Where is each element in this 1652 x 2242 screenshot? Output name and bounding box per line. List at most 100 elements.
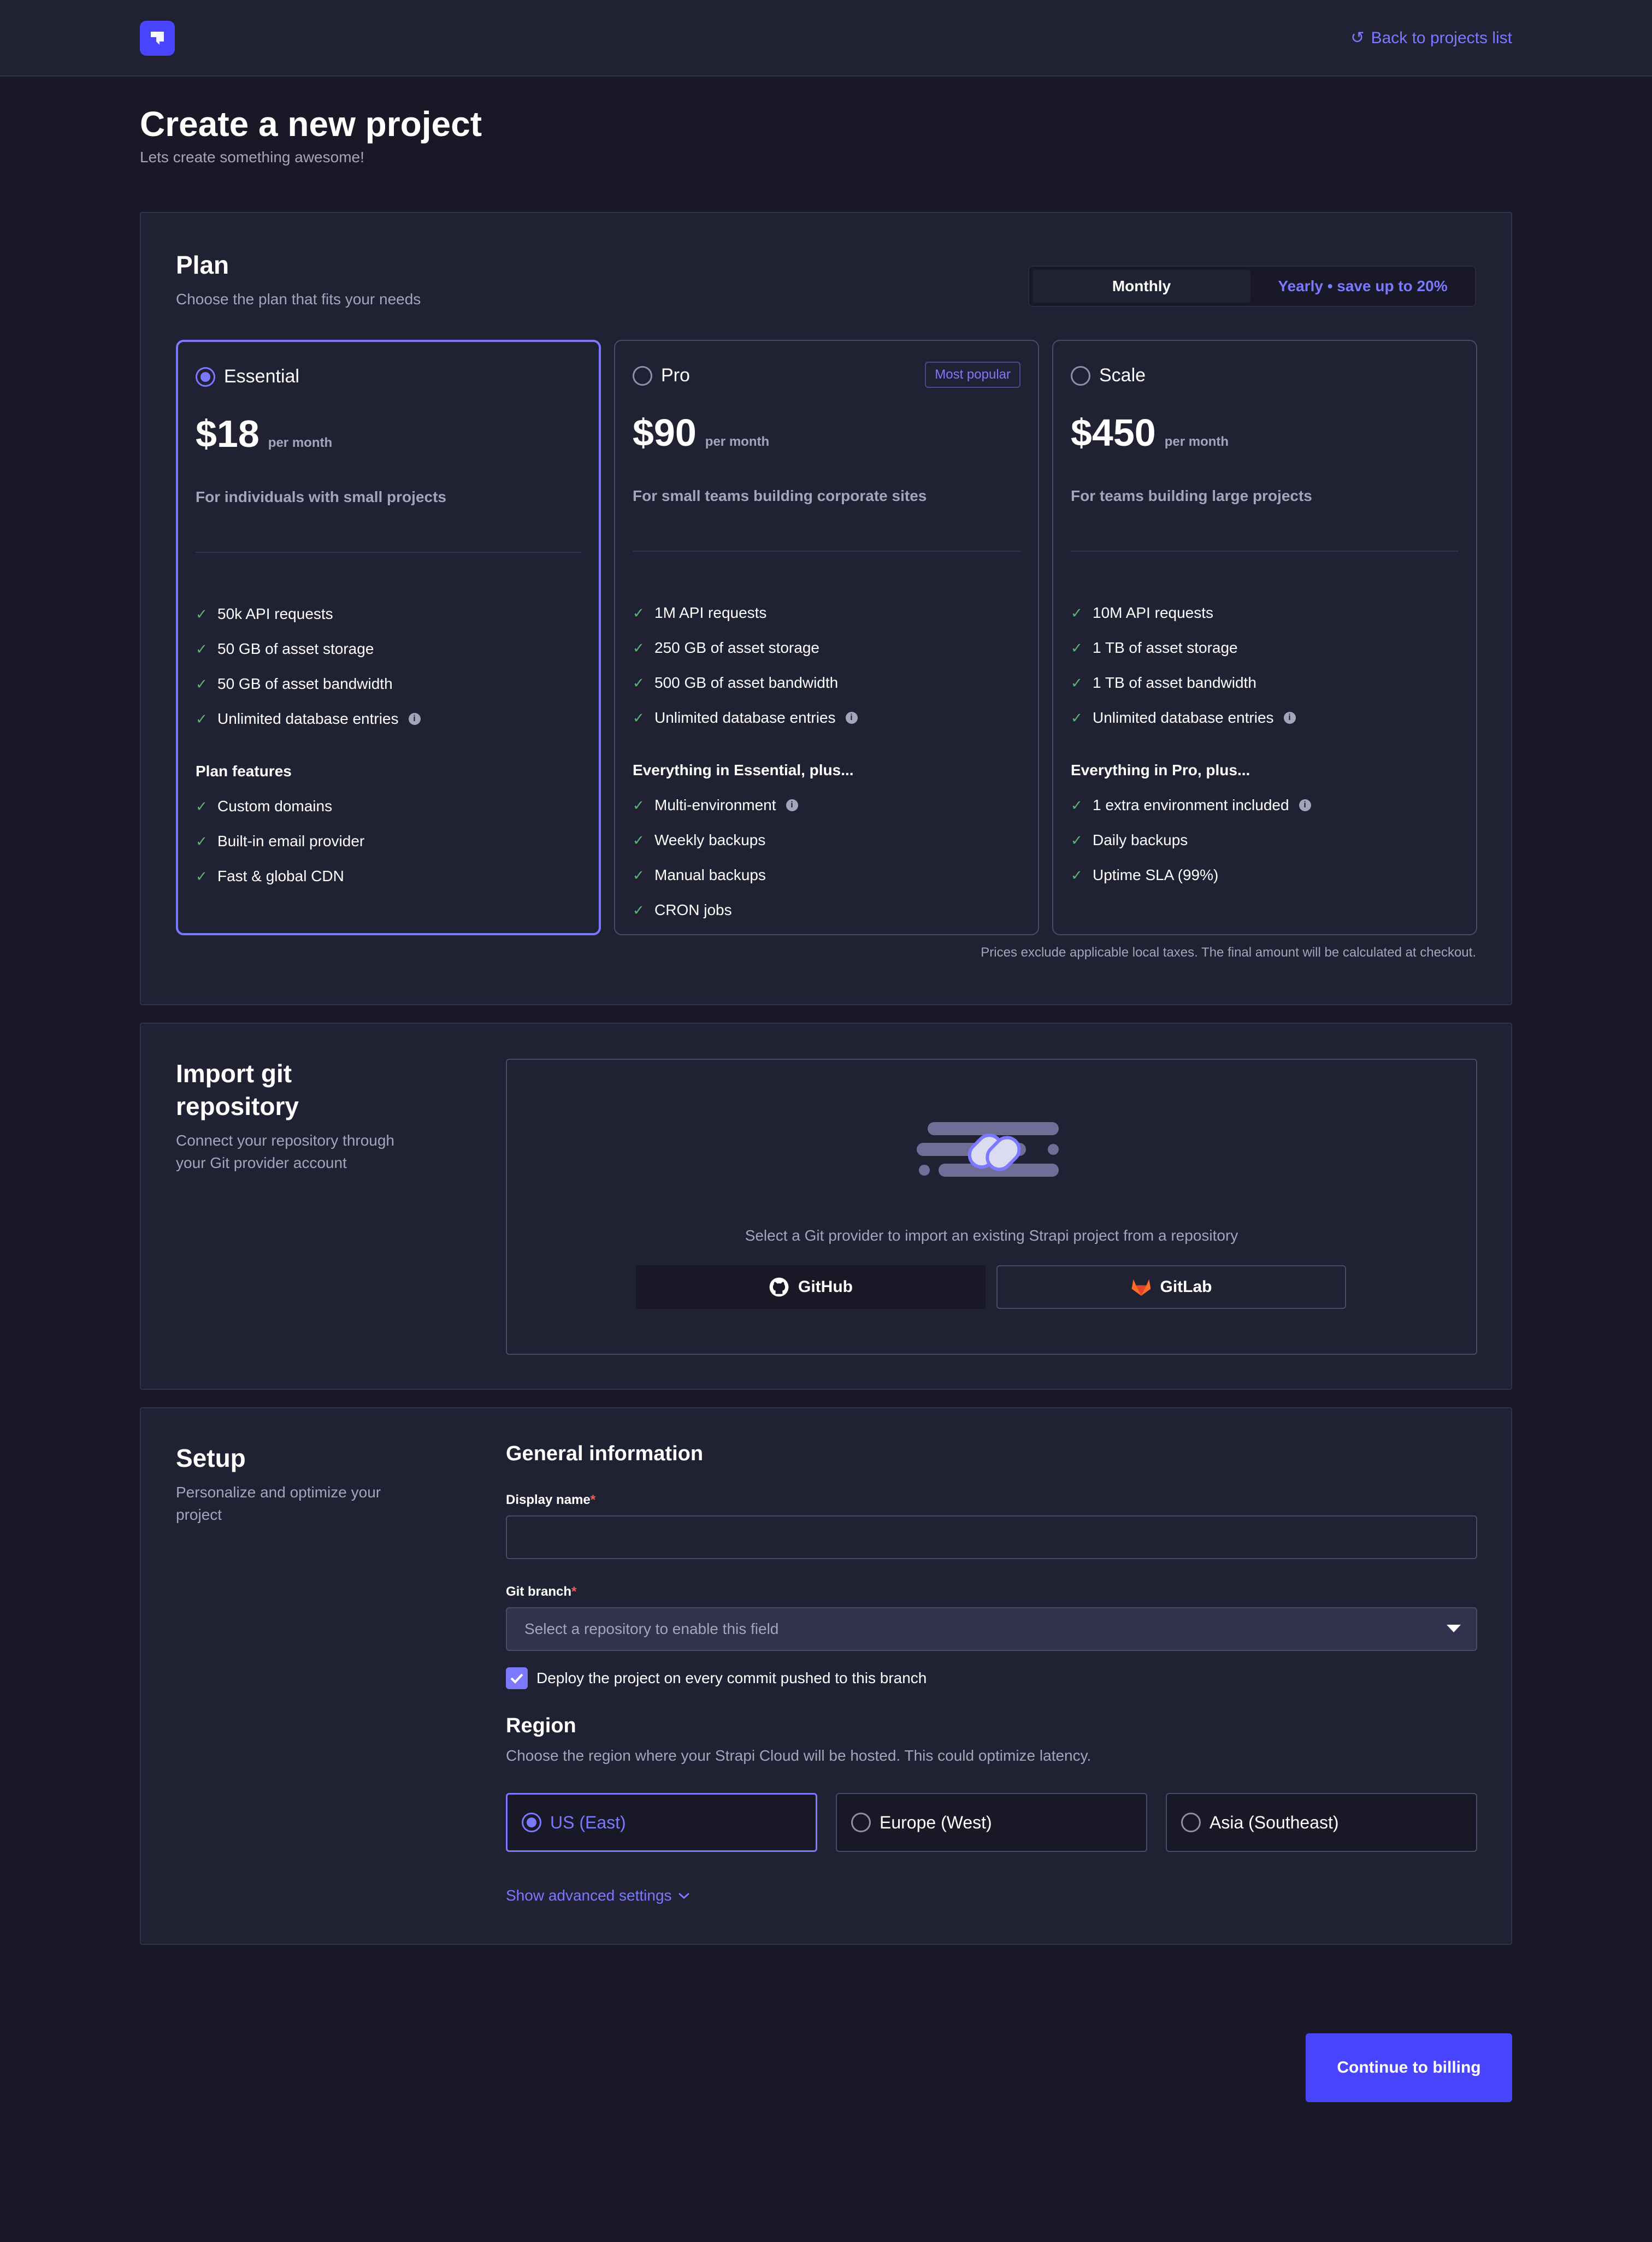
region-radio bbox=[1181, 1813, 1201, 1832]
info-icon[interactable]: i bbox=[845, 712, 858, 724]
gitlab-label: GitLab bbox=[1160, 1278, 1212, 1296]
setup-subtitle: Personalize and optimize your project bbox=[176, 1484, 381, 1523]
strapi-logo-icon[interactable] bbox=[140, 21, 175, 56]
plan-description: For small teams building corporate sites bbox=[633, 487, 927, 504]
check-icon: ✓ bbox=[1071, 866, 1083, 883]
list-item: ✓ 1 TB of asset bandwidth bbox=[1071, 674, 1256, 691]
list-item: ✓ CRON jobs bbox=[633, 901, 732, 918]
region-option-us-east[interactable]: US (East) bbox=[506, 1793, 817, 1852]
check-icon: ✓ bbox=[196, 868, 208, 884]
card-divider bbox=[1071, 551, 1459, 552]
deploy-checkbox[interactable] bbox=[506, 1667, 528, 1689]
price-row: $90 per month bbox=[633, 411, 769, 455]
plan-subtitle: Choose the plan that fits your needs bbox=[176, 291, 421, 308]
check-icon: ✓ bbox=[633, 604, 645, 621]
plan-limits-list: ✓ 50k API requests ✓ 50 GB of asset storag… bbox=[196, 597, 421, 736]
plan-price: $18 bbox=[196, 412, 259, 455]
git-branch-label: Git branch* bbox=[506, 1584, 577, 1599]
deploy-on-commit-row: Deploy the project on every commit pushe… bbox=[506, 1667, 927, 1689]
info-icon[interactable]: i bbox=[1299, 799, 1311, 811]
check-icon: ✓ bbox=[633, 709, 645, 726]
setup-title: Setup bbox=[176, 1444, 246, 1472]
github-icon bbox=[769, 1277, 789, 1297]
tax-note: Prices exclude applicable local taxes. T… bbox=[981, 945, 1476, 960]
plan-features-list: Plan features ✓ Custom domains ✓ Built-in … bbox=[196, 754, 364, 894]
list-item: ✓ 50k API requests bbox=[196, 605, 333, 622]
plan-price: $450 bbox=[1071, 411, 1156, 454]
list-item: ✓ 50 GB of asset storage bbox=[196, 640, 374, 657]
plan-card-scale[interactable]: Scale $450 per month For teams building … bbox=[1052, 340, 1477, 935]
info-icon[interactable]: i bbox=[786, 799, 798, 811]
github-button[interactable]: GitHub bbox=[636, 1265, 986, 1309]
plan-name: Pro bbox=[661, 365, 690, 386]
git-subtitle: Connect your repository through your Git… bbox=[176, 1132, 394, 1171]
plan-features-list: Everything in Essential, plus... ✓ Multi-… bbox=[633, 753, 854, 928]
info-icon[interactable]: i bbox=[1283, 712, 1296, 724]
plan-name: Scale bbox=[1099, 365, 1146, 386]
info-icon[interactable]: i bbox=[408, 713, 421, 725]
plan-features-list: Everything in Pro, plus... ✓ 1 extra envi… bbox=[1071, 753, 1311, 893]
display-name-input[interactable] bbox=[506, 1515, 1477, 1559]
check-icon: ✓ bbox=[1071, 604, 1083, 621]
plan-radio[interactable] bbox=[633, 365, 652, 386]
check-icon: ✓ bbox=[196, 605, 208, 622]
list-item: ✓ Fast & global CDN bbox=[196, 868, 344, 884]
check-icon: ✓ bbox=[196, 675, 208, 692]
features-heading: Plan features bbox=[196, 763, 292, 780]
card-divider bbox=[633, 551, 1020, 552]
back-arrow-icon: ↺ bbox=[1350, 29, 1365, 47]
continue-to-billing-button[interactable]: Continue to billing bbox=[1306, 2033, 1512, 2102]
list-item: ✓ 500 GB of asset bandwidth bbox=[633, 674, 839, 691]
check-icon: ✓ bbox=[633, 674, 645, 691]
plan-period: per month bbox=[705, 434, 770, 449]
plan-radio[interactable] bbox=[196, 367, 215, 387]
display-name-label: Display name* bbox=[506, 1492, 596, 1507]
chevron-down-icon bbox=[678, 1892, 689, 1899]
list-item: ✓ Manual backups bbox=[633, 866, 766, 883]
gitlab-button[interactable]: GitLab bbox=[996, 1265, 1346, 1309]
check-icon: ✓ bbox=[196, 710, 208, 727]
check-icon: ✓ bbox=[1071, 674, 1083, 691]
list-item: ✓ 10M API requests bbox=[1071, 604, 1214, 621]
features-heading: Everything in Essential, plus... bbox=[633, 762, 854, 778]
plan-card-essential[interactable]: Essential $18 per month For individuals … bbox=[176, 340, 601, 935]
show-advanced-settings-link[interactable]: Show advanced settings bbox=[506, 1887, 691, 1904]
back-link-label: Back to projects list bbox=[1371, 28, 1512, 47]
github-label: GitHub bbox=[798, 1278, 853, 1296]
plan-card-header: Essential bbox=[196, 366, 299, 387]
list-item: ✓ 1M API requests bbox=[633, 604, 767, 621]
region-radio bbox=[851, 1813, 871, 1832]
caret-down-icon bbox=[1447, 1625, 1461, 1632]
list-item: ✓ Custom domains bbox=[196, 798, 333, 815]
git-branch-placeholder: Select a repository to enable this field bbox=[524, 1620, 779, 1637]
region-option-asia-southeast[interactable]: Asia (Southeast) bbox=[1166, 1793, 1477, 1852]
check-icon: ✓ bbox=[196, 798, 208, 815]
git-provider-box: Select a Git provider to import an exist… bbox=[506, 1059, 1477, 1355]
gitlab-icon bbox=[1131, 1279, 1150, 1296]
toggle-monthly[interactable]: Monthly bbox=[1032, 270, 1250, 303]
plan-period: per month bbox=[268, 435, 333, 450]
check-icon: ✓ bbox=[633, 639, 645, 656]
plan-radio[interactable] bbox=[1071, 365, 1090, 386]
chain-link-icon bbox=[917, 1122, 1059, 1177]
check-icon: ✓ bbox=[633, 831, 645, 848]
plan-title: Plan bbox=[176, 251, 229, 279]
check-icon: ✓ bbox=[633, 796, 645, 813]
plan-section: Plan Choose the plan that fits your need… bbox=[140, 212, 1512, 1005]
git-title: Import git repository bbox=[176, 1059, 299, 1120]
region-radio bbox=[522, 1813, 541, 1832]
region-option-europe-west[interactable]: Europe (West) bbox=[836, 1793, 1147, 1852]
list-item: ✓ Unlimited database entries i bbox=[196, 701, 421, 736]
check-icon: ✓ bbox=[196, 833, 208, 849]
page-title: Create a new project bbox=[140, 104, 482, 144]
git-import-section: Import git repository Connect your repos… bbox=[140, 1023, 1512, 1390]
git-branch-select[interactable]: Select a repository to enable this field bbox=[506, 1607, 1477, 1651]
back-to-projects-link[interactable]: ↺ Back to projects list bbox=[1350, 28, 1512, 48]
check-icon: ✓ bbox=[1071, 709, 1083, 726]
plan-description: For individuals with small projects bbox=[196, 488, 446, 505]
list-item: ✓ 1 TB of asset storage bbox=[1071, 639, 1238, 656]
list-item: ✓ 250 GB of asset storage bbox=[633, 639, 819, 656]
price-row: $18 per month bbox=[196, 412, 332, 456]
plan-card-pro[interactable]: Pro Most popular $90 per month For small… bbox=[614, 340, 1039, 935]
toggle-yearly[interactable]: Yearly • save up to 20% bbox=[1254, 270, 1472, 303]
